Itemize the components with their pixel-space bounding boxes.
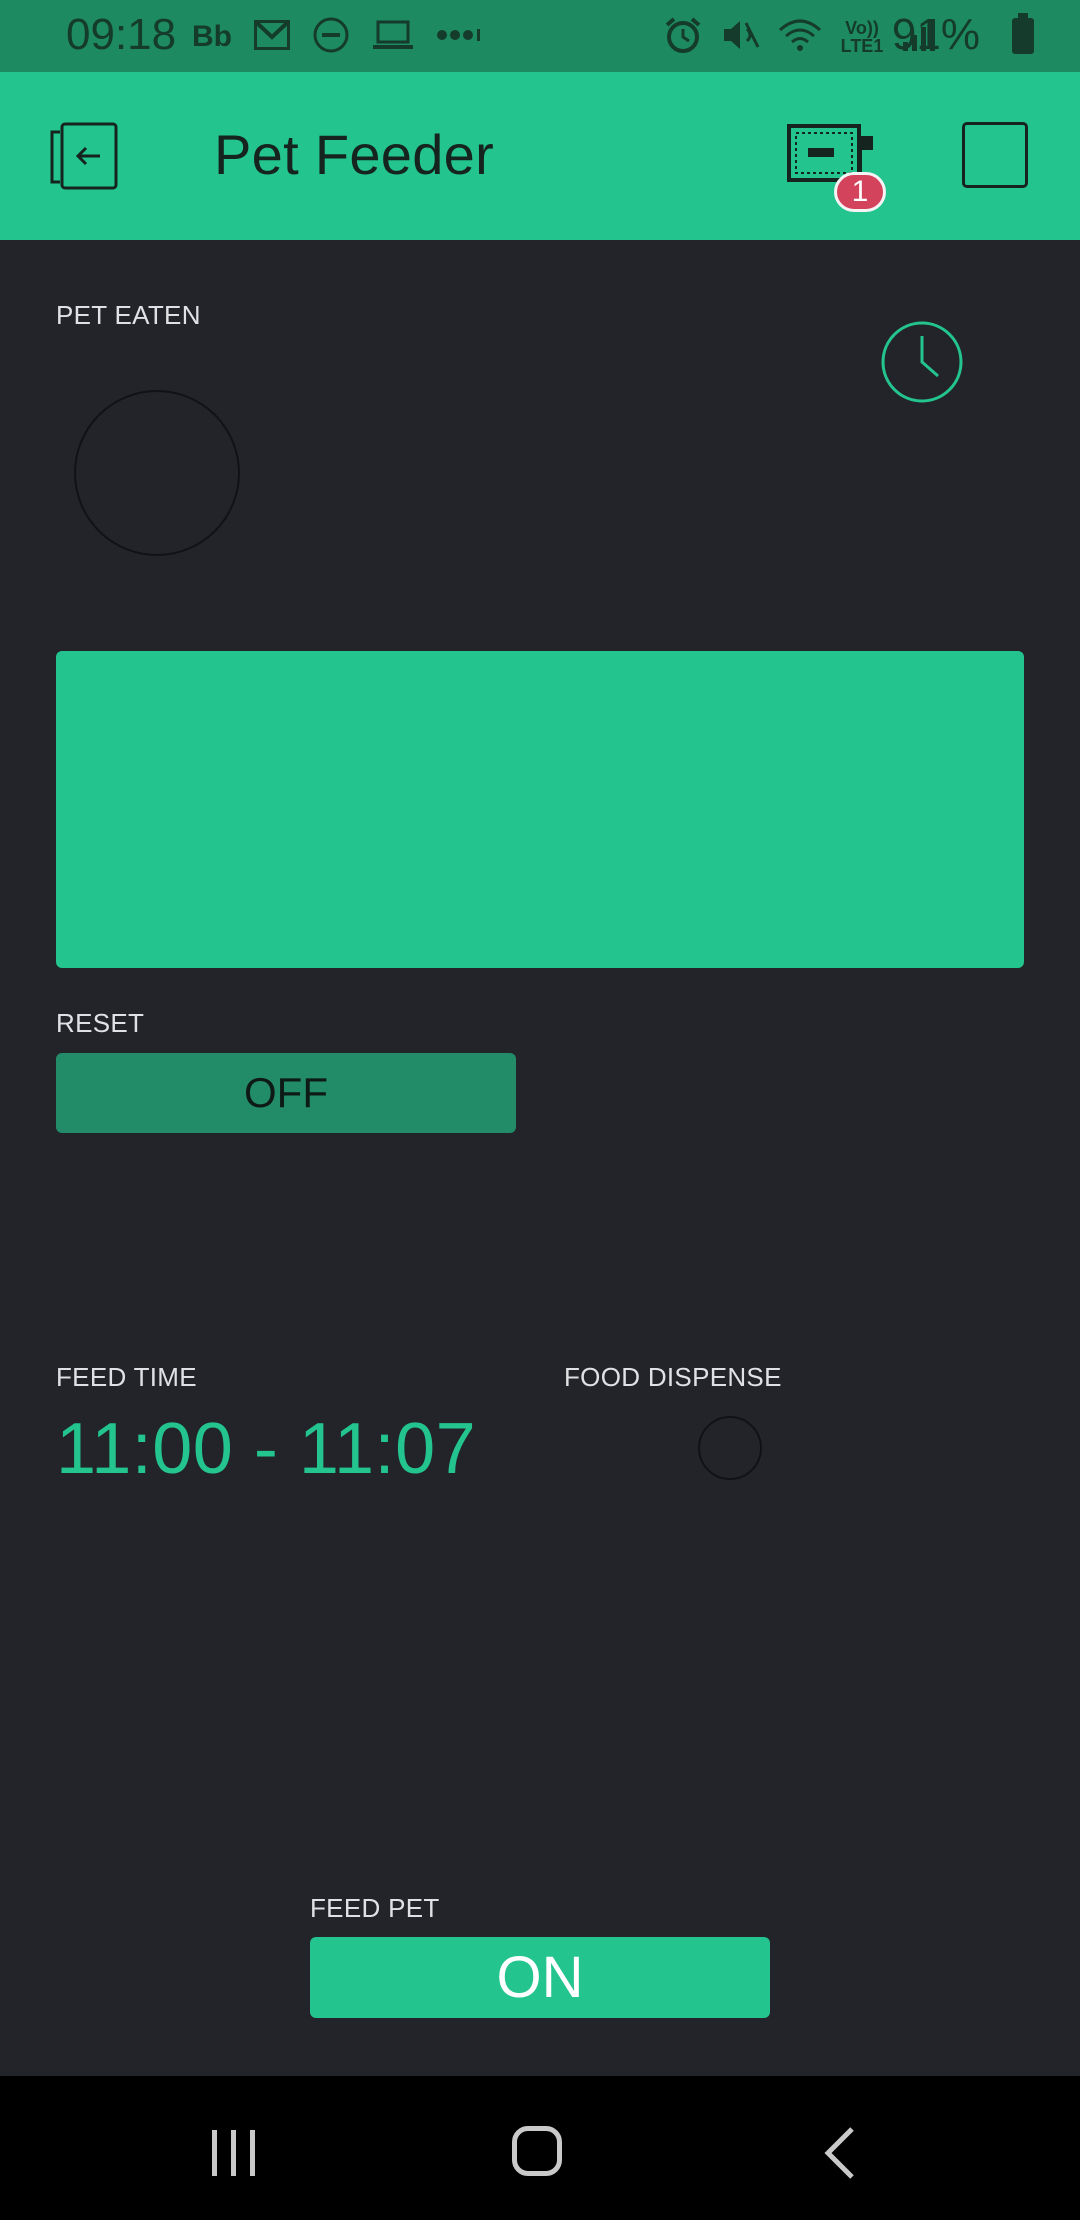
food-dispense-label: FOOD DISPENSE <box>564 1362 782 1392</box>
alarm-icon <box>664 16 702 59</box>
exit-project-button[interactable] <box>48 122 120 192</box>
carrier-label: Bb <box>192 20 232 53</box>
back-button[interactable] <box>822 2126 858 2180</box>
feed-pet-button[interactable]: ON <box>310 1937 770 2018</box>
page-title: Pet Feeder <box>214 123 495 186</box>
timer-widget[interactable] <box>880 320 964 404</box>
pet-eaten-indicator <box>74 390 240 556</box>
reset-button[interactable]: OFF <box>56 1053 516 1133</box>
battery-icon <box>1012 13 1034 54</box>
reset-label: RESET <box>56 1008 145 1038</box>
wifi-icon <box>778 18 822 57</box>
network-label: Vo)) LTE1 <box>840 18 884 56</box>
feed-time-label: FEED TIME <box>56 1362 197 1392</box>
food-dispense-led <box>698 1416 762 1480</box>
more-dots-icon <box>436 28 482 46</box>
pet-eaten-label: PET EATEN <box>56 300 201 330</box>
play-stop-button[interactable] <box>962 122 1028 188</box>
back-arrow-icon <box>824 2127 854 2179</box>
battery-percent: 91% <box>891 10 980 59</box>
app-bar: Pet Feeder 1 <box>0 72 1080 240</box>
display-panel <box>56 651 1024 968</box>
recents-icon <box>212 2130 255 2176</box>
feed-time-value[interactable]: 11:00 - 11:07 <box>56 1408 476 1490</box>
notification-badge: 1 <box>834 172 886 212</box>
home-button[interactable] <box>512 2126 562 2176</box>
mute-vibrate-icon <box>720 17 760 58</box>
feed-pet-label: FEED PET <box>310 1893 440 1923</box>
recents-button[interactable] <box>210 2130 258 2176</box>
clock-icon <box>881 321 963 403</box>
status-bar: 09:18 Bb Vo)) LTE1 91% <box>0 0 1080 72</box>
status-time: 09:18 <box>66 10 177 59</box>
laptop-icon <box>372 19 414 56</box>
exit-icon <box>50 122 118 190</box>
system-nav-bar <box>0 2076 1080 2220</box>
status-left-icons: Bb <box>192 16 482 58</box>
gmail-icon <box>254 19 290 55</box>
do-not-disturb-icon <box>312 16 350 59</box>
